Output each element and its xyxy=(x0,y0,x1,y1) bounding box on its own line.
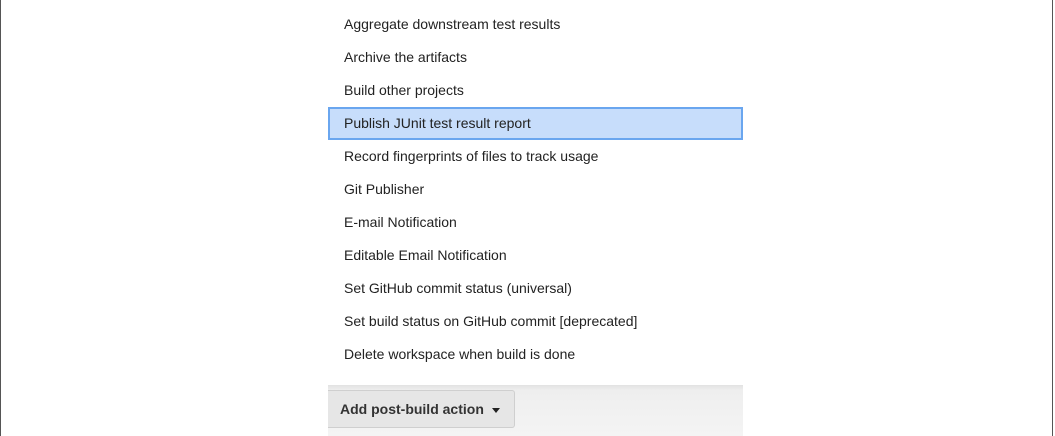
add-post-build-action-label: Add post-build action xyxy=(340,401,484,417)
menu-item-record-fingerprints[interactable]: Record fingerprints of files to track us… xyxy=(328,140,743,173)
menu-item-set-build-status-on-github-commit[interactable]: Set build status on GitHub commit [depre… xyxy=(328,305,743,338)
menu-item-publish-junit-test-result-report[interactable]: Publish JUnit test result report xyxy=(328,107,743,140)
chevron-down-icon xyxy=(491,407,500,413)
menu-item-build-other-projects[interactable]: Build other projects xyxy=(328,74,743,107)
menu-item-archive-the-artifacts[interactable]: Archive the artifacts xyxy=(328,41,743,74)
menu-item-aggregate-downstream-test-results[interactable]: Aggregate downstream test results xyxy=(328,8,743,41)
menu-item-set-github-commit-status[interactable]: Set GitHub commit status (universal) xyxy=(328,272,743,305)
post-build-action-menu: Aggregate downstream test results Archiv… xyxy=(328,8,743,371)
post-build-action-bar: Add post-build action xyxy=(328,385,743,436)
page-frame: Aggregate downstream test results Archiv… xyxy=(0,0,1053,436)
menu-item-editable-email-notification[interactable]: Editable Email Notification xyxy=(328,239,743,272)
add-post-build-action-button[interactable]: Add post-build action xyxy=(328,390,515,428)
menu-item-git-publisher[interactable]: Git Publisher xyxy=(328,173,743,206)
menu-item-email-notification[interactable]: E-mail Notification xyxy=(328,206,743,239)
menu-item-delete-workspace[interactable]: Delete workspace when build is done xyxy=(328,338,743,371)
